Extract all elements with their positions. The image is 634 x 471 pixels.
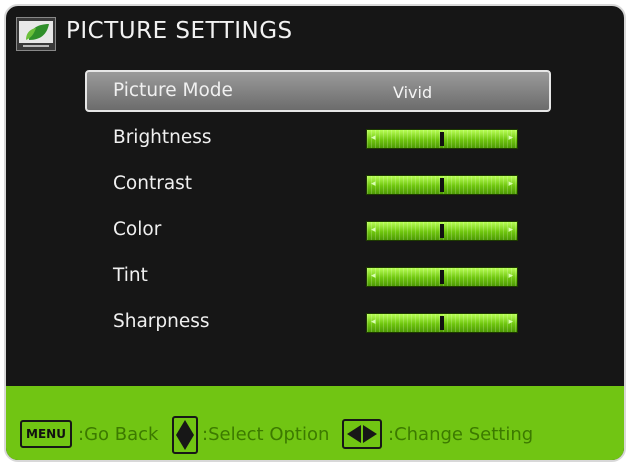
brightness-slider[interactable]: ◂ ▸ bbox=[366, 129, 518, 149]
menu-key-icon[interactable]: MENU bbox=[20, 420, 72, 448]
menu-row-label: Picture Mode bbox=[113, 80, 233, 101]
menu-row-label: Contrast bbox=[113, 173, 193, 194]
right-arrow-icon bbox=[363, 425, 377, 443]
menu-row-label: Color bbox=[113, 219, 162, 240]
menu-row-brightness[interactable]: Brightness ◂ ▸ bbox=[85, 118, 551, 160]
go-back-hint: :Go Back bbox=[78, 424, 159, 445]
sharpness-slider[interactable]: ◂ ▸ bbox=[366, 313, 518, 333]
slider-left-arrow-icon: ◂ bbox=[371, 317, 376, 327]
slider-right-arrow-icon: ▸ bbox=[508, 179, 513, 189]
key-hint-bar: MENU :Go Back :Select Option :Change Set… bbox=[6, 386, 624, 460]
up-arrow-icon bbox=[176, 420, 194, 435]
tint-slider[interactable]: ◂ ▸ bbox=[366, 267, 518, 287]
contrast-slider[interactable]: ◂ ▸ bbox=[366, 175, 518, 195]
up-down-key-icon[interactable] bbox=[172, 416, 198, 454]
slider-thumb[interactable] bbox=[440, 178, 444, 192]
left-right-key-icon[interactable] bbox=[342, 419, 382, 449]
color-slider[interactable]: ◂ ▸ bbox=[366, 221, 518, 241]
slider-right-arrow-icon: ▸ bbox=[508, 225, 513, 235]
change-setting-hint: :Change Setting bbox=[388, 424, 534, 445]
menu-row-picture-mode[interactable]: Picture Mode Vivid bbox=[85, 70, 551, 112]
slider-left-arrow-icon: ◂ bbox=[371, 225, 376, 235]
menu-row-tint[interactable]: Tint ◂ ▸ bbox=[85, 256, 551, 298]
slider-right-arrow-icon: ▸ bbox=[508, 317, 513, 327]
menu-row-label: Tint bbox=[113, 265, 148, 286]
slider-right-arrow-icon: ▸ bbox=[508, 133, 513, 143]
down-arrow-icon bbox=[176, 435, 194, 450]
left-arrow-icon bbox=[347, 425, 361, 443]
menu-row-contrast[interactable]: Contrast ◂ ▸ bbox=[85, 164, 551, 206]
picture-mode-value[interactable]: Vivid bbox=[393, 83, 432, 102]
slider-left-arrow-icon: ◂ bbox=[371, 133, 376, 143]
slider-left-arrow-icon: ◂ bbox=[371, 179, 376, 189]
slider-left-arrow-icon: ◂ bbox=[371, 271, 376, 281]
menu-row-sharpness[interactable]: Sharpness ◂ ▸ bbox=[85, 302, 551, 344]
select-option-hint: :Select Option bbox=[202, 424, 330, 445]
picture-settings-window: PICTURE SETTINGS Picture Mode Vivid Brig… bbox=[4, 4, 626, 462]
menu-row-label: Brightness bbox=[113, 127, 212, 148]
menu-row-color[interactable]: Color ◂ ▸ bbox=[85, 210, 551, 252]
slider-right-arrow-icon: ▸ bbox=[508, 271, 513, 281]
slider-thumb[interactable] bbox=[440, 270, 444, 284]
leaf-logo-icon bbox=[16, 17, 56, 51]
slider-thumb[interactable] bbox=[440, 316, 444, 330]
menu-row-label: Sharpness bbox=[113, 311, 210, 332]
slider-thumb[interactable] bbox=[440, 132, 444, 146]
slider-thumb[interactable] bbox=[440, 224, 444, 238]
page-title: PICTURE SETTINGS bbox=[66, 18, 293, 44]
